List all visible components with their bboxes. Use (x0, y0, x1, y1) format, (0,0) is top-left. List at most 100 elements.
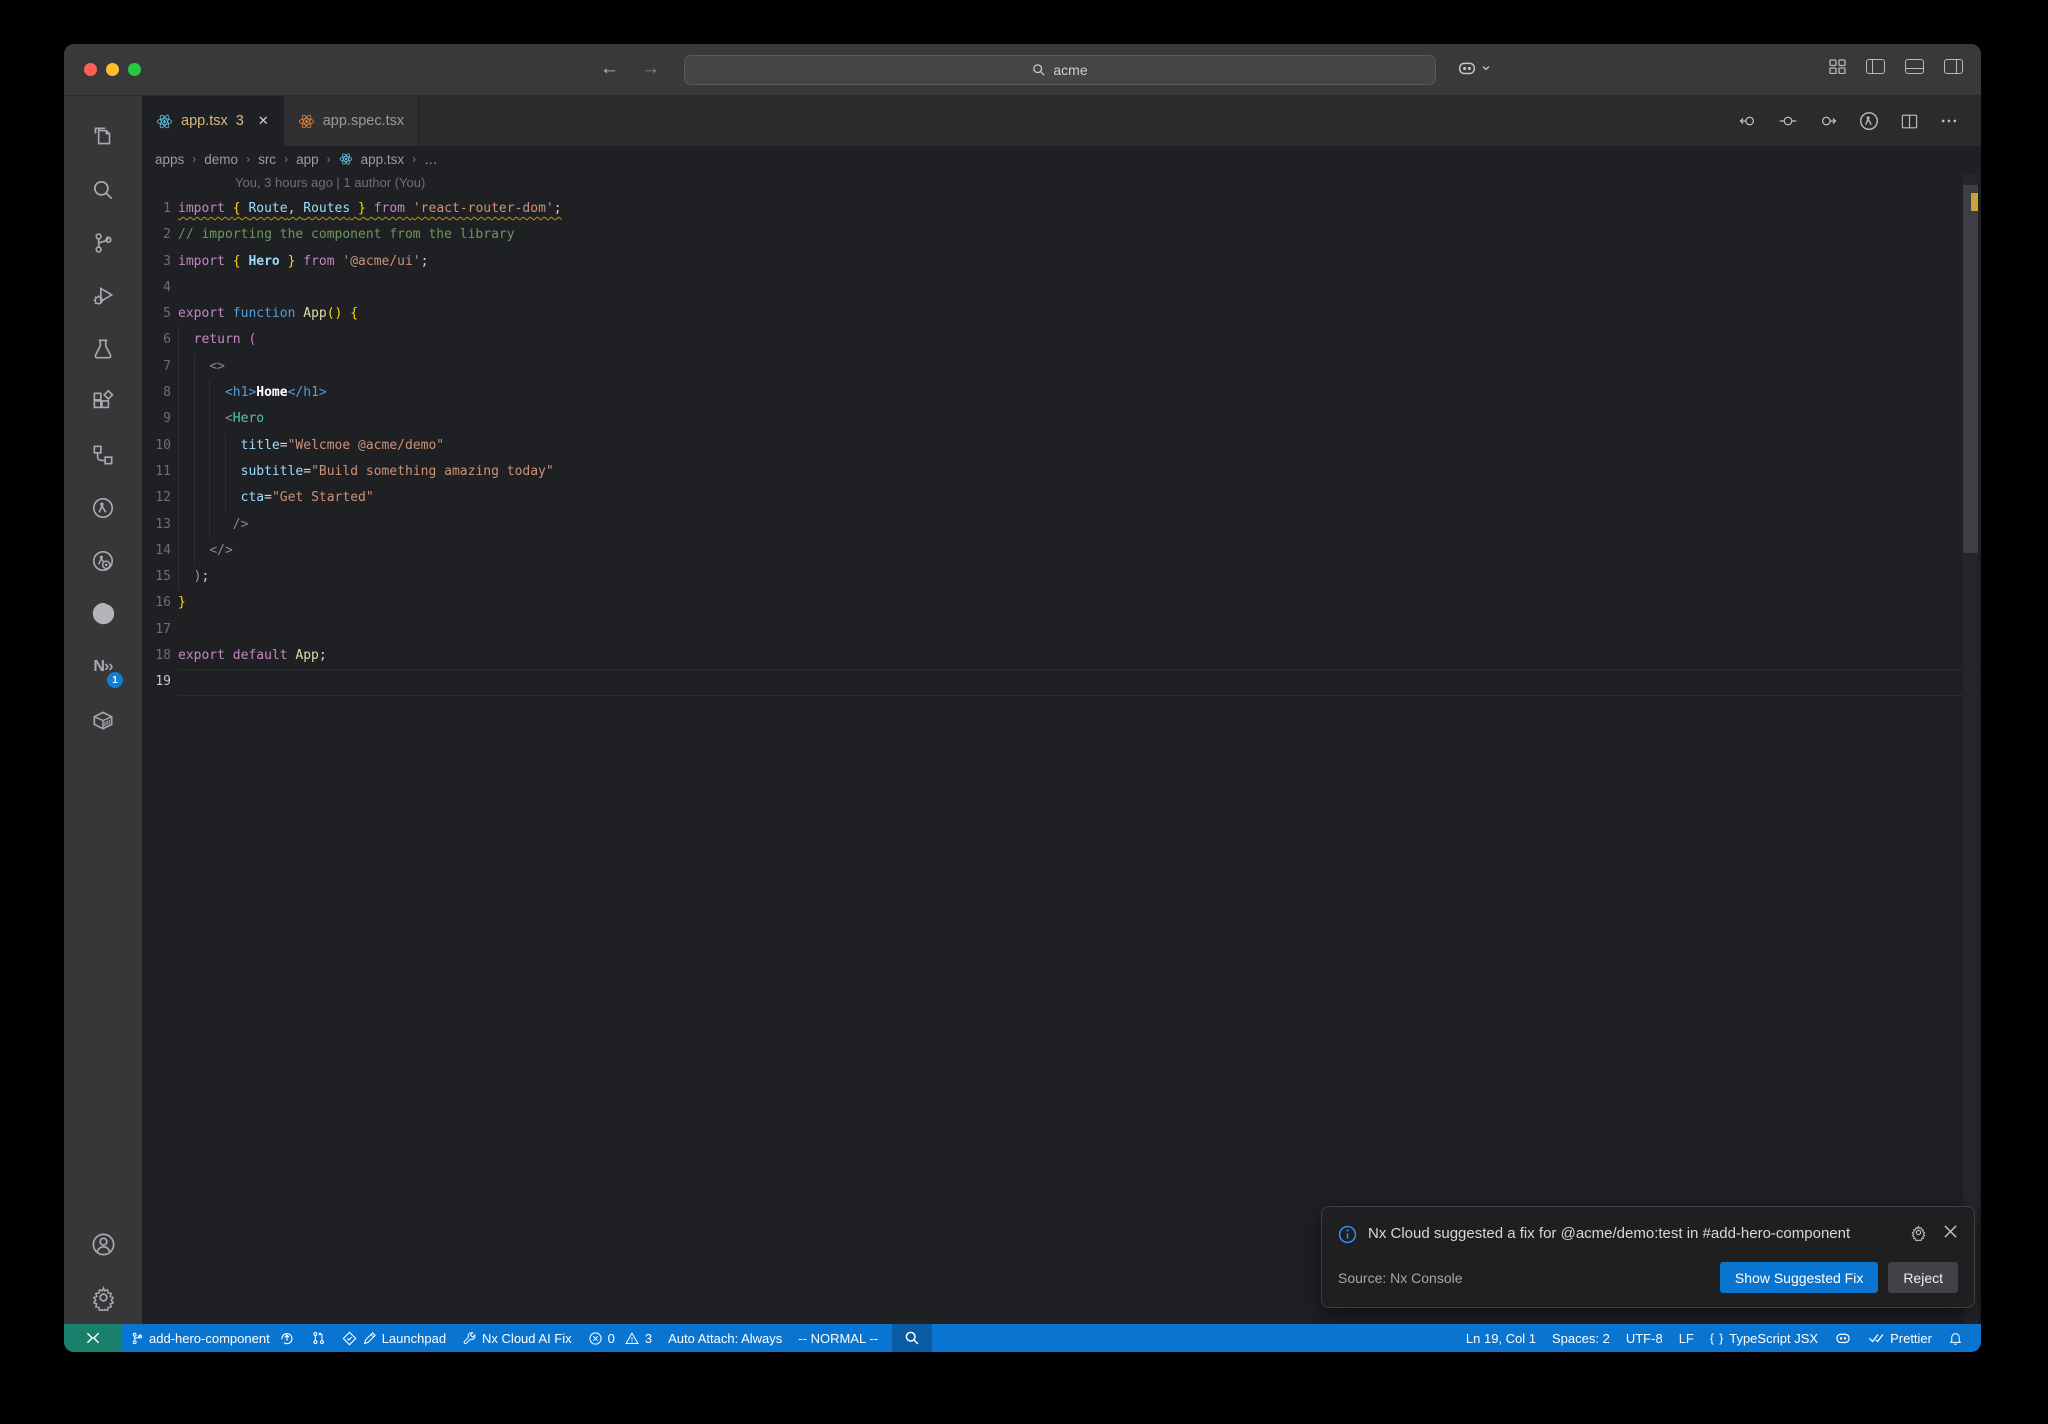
next-change-icon[interactable] (1818, 111, 1838, 131)
code-line[interactable]: 13 /> (142, 511, 1981, 538)
code-line[interactable]: 12 cta="Get Started" (142, 485, 1981, 512)
toggle-primary-sidebar-icon[interactable] (1866, 59, 1885, 74)
code-line[interactable]: 17 (142, 617, 1981, 643)
sidebar-item-search[interactable] (79, 163, 127, 216)
nx-project-graph-icon (92, 550, 114, 571)
close-tab-icon[interactable]: ✕ (258, 113, 269, 129)
react-icon (156, 114, 173, 128)
breadcrumb-more[interactable]: … (424, 152, 438, 167)
auto-attach-item[interactable]: Auto Attach: Always (660, 1324, 790, 1352)
code-line[interactable]: 3 import { Hero } from '@acme/ui'; (142, 249, 1981, 275)
sidebar-item-explorer[interactable] (79, 110, 127, 163)
copilot-status-item[interactable] (1826, 1324, 1860, 1352)
remote-indicator[interactable] (64, 1324, 122, 1352)
code-line[interactable]: 1 import { Route, Routes } from 'react-ro… (142, 196, 1981, 222)
eol-item[interactable]: LF (1671, 1324, 1702, 1352)
sidebar-item-nx-run-target[interactable] (79, 481, 127, 534)
breadcrumb-item[interactable]: app.tsx (361, 152, 405, 167)
breadcrumb-item[interactable]: app (296, 152, 319, 167)
compare-change-icon[interactable] (1778, 111, 1798, 131)
split-editor-icon[interactable] (1900, 112, 1919, 131)
sidebar-item-extensions[interactable] (79, 375, 127, 428)
breadcrumb-item[interactable]: demo (204, 152, 238, 167)
language-mode-item[interactable]: { } TypeScript JSX (1702, 1324, 1826, 1352)
code-line[interactable]: 5 export function App() { (142, 301, 1981, 327)
indentation-item[interactable]: Spaces: 2 (1544, 1324, 1618, 1352)
code-line[interactable]: 9 <Hero (142, 406, 1981, 433)
minimize-window-button[interactable] (106, 63, 119, 76)
zoom-window-button[interactable] (128, 63, 141, 76)
account-button[interactable] (79, 1218, 127, 1271)
line-number: 11 (155, 463, 171, 479)
line-number: 7 (163, 358, 171, 374)
sidebar-item-nx-console[interactable]: N›› 1 (79, 640, 127, 693)
editor: apps › demo › src › app › app.tsx › … You, 3 … (142, 146, 1981, 1324)
search-highlight-item[interactable] (891, 1324, 932, 1352)
sidebar-item-container-tools[interactable] (79, 693, 127, 746)
code-line[interactable]: 11 subtitle="Build something amazing toda… (142, 458, 1981, 486)
tab-app-spec-tsx[interactable]: app.spec.tsx (283, 96, 420, 146)
command-center-search[interactable]: acme (684, 55, 1436, 85)
notifications-bell-item[interactable] (1940, 1324, 1971, 1352)
sidebar-item-edge-browser[interactable] (79, 587, 127, 640)
source-control-icon (95, 232, 112, 253)
search-icon (1033, 64, 1046, 76)
code-line[interactable]: 7 <> (142, 353, 1981, 381)
previous-change-icon[interactable] (1738, 111, 1758, 131)
notification-settings-gear-icon[interactable] (1910, 1224, 1927, 1241)
language-label: TypeScript JSX (1729, 1330, 1819, 1346)
pull-request-item[interactable] (303, 1324, 334, 1352)
code-line[interactable]: 2// importing the component from the lib… (142, 222, 1981, 248)
navigate-back-icon[interactable]: ← (600, 58, 619, 80)
code-line[interactable]: 8 <h1>Home</h1> (142, 380, 1981, 407)
reject-button[interactable]: Reject (1888, 1262, 1958, 1293)
toggle-secondary-sidebar-icon[interactable] (1944, 59, 1963, 74)
code-line[interactable]: 4 (142, 275, 1981, 301)
scrollbar-thumb[interactable] (1963, 185, 1978, 553)
vim-mode-label: -- NORMAL -- (798, 1330, 878, 1346)
run-target-icon[interactable] (1858, 110, 1880, 132)
git-branch-item[interactable]: add-hero-component (122, 1324, 303, 1352)
code-line[interactable]: 10 title="Welcmoe @acme/demo" (142, 432, 1981, 459)
sidebar-item-run-debug[interactable] (79, 269, 127, 322)
launchpad-label: Launchpad (381, 1330, 447, 1346)
breadcrumb-item[interactable]: apps (155, 152, 184, 167)
line-number: 14 (155, 542, 171, 558)
account-icon (92, 1233, 114, 1256)
sidebar-item-testing[interactable] (79, 322, 127, 375)
copilot-menu[interactable] (1456, 57, 1491, 79)
prettier-item[interactable]: Prettier (1860, 1324, 1940, 1352)
customize-layout-icon[interactable] (1829, 59, 1846, 74)
toggle-panel-icon[interactable] (1905, 59, 1924, 74)
nx-cloud-ai-fix-item[interactable]: Nx Cloud AI Fix (454, 1324, 580, 1352)
settings-button[interactable] (79, 1271, 127, 1324)
tab-app-tsx[interactable]: app.tsx 3 ✕ (142, 96, 284, 146)
line-col-item[interactable]: Ln 19, Col 1 (1458, 1324, 1544, 1352)
vim-mode-item[interactable]: -- NORMAL -- (790, 1324, 886, 1352)
launchpad-item[interactable]: Launchpad (334, 1324, 454, 1352)
problems-item[interactable]: 0 3 (580, 1324, 660, 1352)
activity-bar: N›› 1 (64, 96, 142, 1324)
blame-annotation: You, 3 hours ago | 1 author (You) (235, 174, 426, 190)
code-line[interactable]: 18 export default App; (142, 643, 1981, 669)
close-window-button[interactable] (84, 63, 97, 76)
close-notification-icon[interactable] (1943, 1224, 1958, 1239)
notification-message: Nx Cloud suggested a fix for @acme/demo:… (1368, 1224, 1851, 1242)
encoding-item[interactable]: UTF-8 (1618, 1324, 1671, 1352)
code-line[interactable]: 14 </> (142, 537, 1981, 565)
show-suggested-fix-button[interactable]: Show Suggested Fix (1719, 1262, 1879, 1293)
sidebar-item-nx-project-graph[interactable] (79, 534, 127, 587)
code-line[interactable]: 19 (142, 669, 1981, 695)
line-number: 6 (163, 332, 171, 348)
code-line[interactable]: 15); (142, 564, 1981, 591)
vscode-window: ← → acme N›› 1 app.tsx 3 ✕ app.spec.tsx … (64, 44, 1981, 1352)
sidebar-item-source-control[interactable] (79, 216, 127, 269)
code-line[interactable]: 6 return ( (142, 327, 1981, 354)
navigate-forward-icon[interactable]: → (641, 58, 660, 80)
code-line[interactable]: 16} (142, 590, 1981, 616)
breadcrumb-item[interactable]: src (258, 152, 276, 167)
more-actions-icon[interactable] (1939, 111, 1959, 131)
error-count: 0 (607, 1330, 615, 1346)
copilot-icon (1836, 1333, 1850, 1344)
sidebar-item-references[interactable] (79, 428, 127, 481)
